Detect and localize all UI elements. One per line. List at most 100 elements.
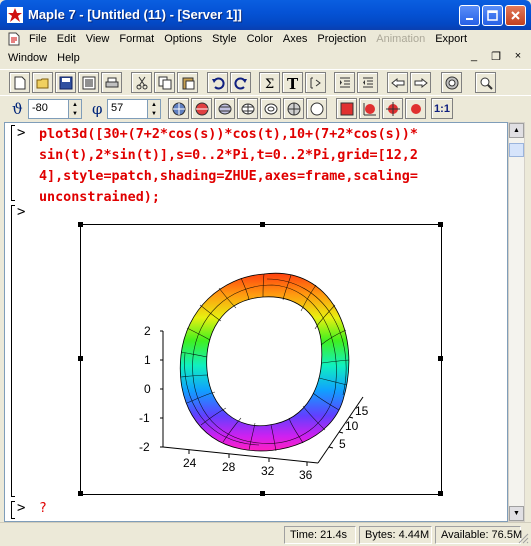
scroll-down-arrow[interactable]: ▼ — [509, 506, 524, 521]
mdi-minimize-button[interactable]: _ — [467, 50, 481, 63]
menu-help[interactable]: Help — [52, 49, 85, 67]
open-folder-icon[interactable] — [32, 72, 53, 93]
x-tick-label: 32 — [261, 464, 275, 478]
resize-handle-w[interactable] — [78, 356, 83, 361]
menu-export[interactable]: Export — [430, 30, 472, 48]
style-contour-icon[interactable] — [260, 98, 281, 119]
input-line: 4],style=patch,shading=ZHUE,axes=frame,s… — [39, 169, 418, 184]
insert-prompt-icon[interactable] — [305, 72, 326, 93]
resize-grip-icon[interactable] — [517, 532, 529, 544]
style-patch-icon[interactable] — [168, 98, 189, 119]
svg-text:T: T — [287, 76, 299, 90]
resize-handle-n[interactable] — [260, 222, 265, 227]
z-tick-label: 2 — [144, 324, 151, 338]
scroll-up-arrow[interactable]: ▲ — [509, 123, 524, 138]
axes-frame-icon[interactable] — [359, 98, 380, 119]
theta-spin-arrows[interactable]: ▲ ▼ — [68, 100, 81, 118]
input-line: unconstrained); — [39, 190, 160, 205]
mdi-controls: _ ❐ × — [467, 50, 525, 63]
menu-axes[interactable]: Axes — [278, 30, 312, 48]
new-document-icon[interactable] — [9, 72, 30, 93]
axes-boxed-icon[interactable] — [336, 98, 357, 119]
menu-bar: File Edit View Format Options Style Colo… — [0, 30, 531, 68]
menu-file[interactable]: File — [24, 30, 52, 48]
constrained-ratio-button[interactable]: 1:1 — [431, 98, 453, 119]
axes-none-icon[interactable] — [405, 98, 426, 119]
phi-value: 57 — [111, 102, 124, 114]
resize-handle-ne[interactable] — [438, 222, 443, 227]
z-tick-label: 1 — [144, 353, 151, 367]
phi-spin-arrows[interactable]: ▲ ▼ — [147, 100, 160, 118]
text-mode-icon[interactable]: T — [282, 72, 303, 93]
indent-icon[interactable] — [334, 72, 355, 93]
phi-spinner[interactable]: 57 ▲ ▼ — [107, 99, 161, 119]
phi-label: φ — [92, 100, 103, 118]
paste-clipboard-icon[interactable] — [177, 72, 198, 93]
maximize-button[interactable] — [482, 5, 503, 26]
zoom-magnifier-icon[interactable] — [475, 72, 496, 93]
y-tick-label: 5 — [339, 437, 346, 451]
plot-3d-region[interactable]: 2 1 0 -1 -2 24 28 32 36 15 10 5 — [78, 222, 443, 496]
menu-animation: Animation — [376, 33, 426, 45]
style-wireframe-icon[interactable] — [237, 98, 258, 119]
status-available: Available: 76.5M — [435, 526, 522, 544]
maple-app-icon[interactable] — [7, 7, 23, 23]
forward-arrow-icon[interactable] — [410, 72, 431, 93]
input-line: sin(t),2*sin(t)],s=0..2*Pi,t=0..2*Pi,gri… — [39, 148, 418, 163]
scroll-thumb[interactable] — [509, 143, 524, 157]
torus-plot[interactable]: 2 1 0 -1 -2 24 28 32 36 15 10 5 — [81, 225, 441, 494]
menu-window[interactable]: Window — [0, 49, 52, 67]
back-arrow-icon[interactable] — [387, 72, 408, 93]
minimize-button[interactable] — [459, 5, 480, 26]
style-point-icon[interactable] — [283, 98, 304, 119]
maple-input[interactable]: plot3d([30+(7+2*cos(s))*cos(t),10+(7+2*c… — [39, 124, 509, 208]
mdi-close-button[interactable]: × — [511, 50, 525, 63]
execution-group-bracket[interactable] — [11, 125, 15, 201]
menu-edit[interactable]: Edit — [52, 30, 81, 48]
style-patchcontour-icon[interactable] — [214, 98, 235, 119]
plot-group-bracket[interactable] — [11, 205, 15, 497]
outdent-icon[interactable] — [357, 72, 378, 93]
resize-handle-e[interactable] — [438, 356, 443, 361]
status-time: Time: 21.4s — [284, 526, 356, 544]
print-icon[interactable] — [101, 72, 122, 93]
x-tick-label: 36 — [299, 468, 313, 482]
theta-label: ϑ — [12, 100, 23, 118]
document-icon[interactable] — [6, 31, 22, 47]
vertical-scrollbar[interactable]: ▲ ▼ — [508, 122, 525, 522]
sigma-sum-icon[interactable]: Σ — [259, 72, 280, 93]
save-as-icon[interactable] — [78, 72, 99, 93]
status-bar: Time: 21.4s Bytes: 4.44M Available: 76.5… — [0, 522, 531, 546]
close-button[interactable] — [505, 5, 526, 26]
last-group-bracket[interactable] — [11, 501, 15, 519]
stop-icon[interactable] — [441, 72, 462, 93]
style-hidden-icon[interactable] — [191, 98, 212, 119]
resize-handle-nw[interactable] — [78, 222, 83, 227]
theta-spinner[interactable]: -80 ▲ ▼ — [28, 99, 82, 119]
resize-handle-se[interactable] — [438, 491, 443, 496]
menu-color[interactable]: Color — [242, 30, 278, 48]
cut-scissors-icon[interactable] — [131, 72, 152, 93]
menu-options[interactable]: Options — [159, 30, 207, 48]
menu-view[interactable]: View — [81, 30, 115, 48]
resize-handle-sw[interactable] — [78, 491, 83, 496]
input-prompt: > — [17, 125, 26, 141]
query-text[interactable]: ? — [39, 501, 47, 516]
mdi-restore-button[interactable]: ❐ — [489, 50, 503, 63]
z-tick-label: -1 — [139, 411, 150, 425]
worksheet[interactable]: > plot3d([30+(7+2*cos(s))*cos(t),10+(7+2… — [4, 122, 508, 522]
copy-icon[interactable] — [154, 72, 175, 93]
z-tick-label: 0 — [144, 382, 151, 396]
save-disk-icon[interactable] — [55, 72, 76, 93]
plot-toolbar: ϑ -80 ▲ ▼ φ 57 ▲ ▼ 1:1 — [0, 95, 531, 121]
redo-icon[interactable] — [230, 72, 251, 93]
x-tick-label: 24 — [183, 456, 197, 470]
theta-value: -80 — [32, 102, 48, 114]
undo-icon[interactable] — [207, 72, 228, 93]
resize-handle-s[interactable] — [260, 491, 265, 496]
menu-format[interactable]: Format — [114, 30, 159, 48]
menu-style[interactable]: Style — [207, 30, 241, 48]
axes-normal-icon[interactable] — [382, 98, 403, 119]
style-line-icon[interactable] — [306, 98, 327, 119]
menu-projection[interactable]: Projection — [312, 30, 371, 48]
